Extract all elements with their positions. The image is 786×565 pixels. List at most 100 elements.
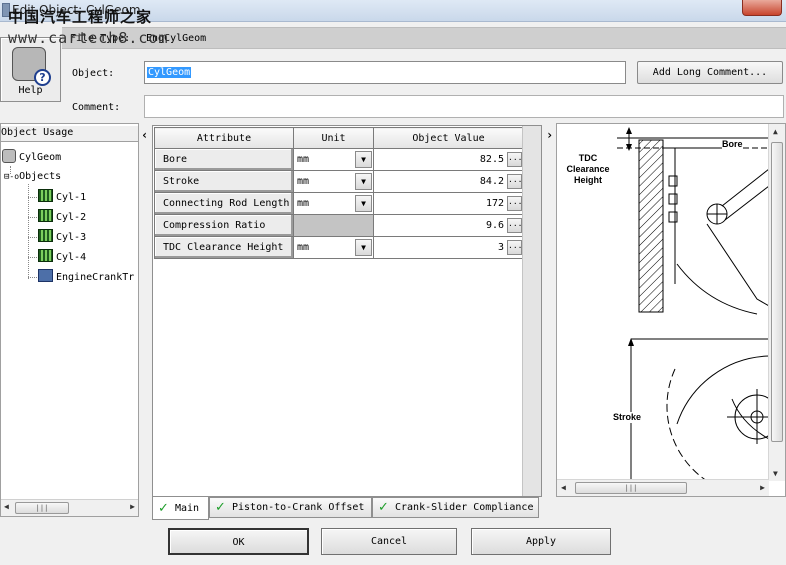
tab-piston-to-crank-offset[interactable]: ✓ Piston-to-Crank Offset <box>209 497 372 518</box>
question-mark-icon: ? <box>34 69 51 86</box>
table-row: Connecting Rod Length mm ▼ 172... <box>154 192 524 215</box>
attribute-name-cell: Bore <box>154 148 294 171</box>
help-button[interactable]: ? Help <box>0 37 61 102</box>
value-input[interactable]: 172... <box>373 192 524 215</box>
value-input[interactable]: 82.5... <box>373 148 524 171</box>
tree-item-cyl-2[interactable]: Cyl-2 <box>38 209 86 225</box>
add-long-comment-button[interactable]: Add Long Comment... <box>637 61 783 84</box>
cylinder-part-icon <box>38 189 53 202</box>
more-options-icon[interactable]: ... <box>507 174 522 189</box>
collapse-left-arrow-icon[interactable]: ‹ <box>141 128 148 142</box>
attribute-name-cell: Stroke <box>154 170 294 193</box>
unit-select[interactable]: mm ▼ <box>293 192 374 215</box>
scroll-right-arrow-icon[interactable]: ▶ <box>130 502 135 511</box>
object-usage-tree[interactable]: Object Usage CylGeom ⊟-oObjects Cyl-1 Cy… <box>0 123 139 517</box>
tdc-label-line: TDC <box>578 153 598 163</box>
tab-label: Crank-Slider Compliance <box>395 502 534 513</box>
tree-item-cyl-4[interactable]: Cyl-4 <box>38 249 86 265</box>
scroll-thumb[interactable]: ||| <box>575 482 687 494</box>
app-icon <box>2 3 10 17</box>
scroll-thumb[interactable]: ||| <box>15 502 69 514</box>
table-header-row: Attribute Unit Object Value <box>154 127 524 149</box>
tree-item-label: Cyl-3 <box>56 232 87 243</box>
cylinder-geometry-icon <box>2 149 16 163</box>
grid-side-strip <box>522 126 541 496</box>
title-bar: Edit Object: CylGeom <box>0 0 786 22</box>
value-text: 3 <box>497 242 504 253</box>
file-type-value: EngCylGeom <box>146 33 207 44</box>
cylinder-part-icon <box>38 209 53 222</box>
tab-label: Main <box>175 503 200 514</box>
object-usage-header: Object Usage <box>1 126 138 142</box>
tree-horizontal-scrollbar[interactable]: ◀ ||| ▶ <box>1 499 138 516</box>
geometry-diagram-panel: Bore TDC Clearance Height Stroke ▲ ▼ ◀ |… <box>556 123 786 497</box>
table-row: TDC Clearance Height mm ▼ 3... <box>154 236 524 259</box>
dropdown-arrow-icon[interactable]: ▼ <box>355 151 372 168</box>
bore-label: Bore <box>722 139 743 150</box>
more-options-icon[interactable]: ... <box>507 218 522 233</box>
attribute-table: Attribute Unit Object Value Bore mm ▼ 82.… <box>154 127 524 259</box>
comment-label: Comment: <box>72 102 121 113</box>
unit-select[interactable]: mm ▼ <box>293 170 374 193</box>
tdc-clearance-height-label: TDC Clearance Height <box>559 153 617 186</box>
tree-item-label: EngineCrankTr <box>56 272 135 283</box>
table-row: Compression Ratio 9.6... <box>154 214 524 237</box>
tree-item-cyl-1[interactable]: Cyl-1 <box>38 189 86 205</box>
scroll-up-arrow-icon[interactable]: ▲ <box>773 127 778 136</box>
tdc-label-line: Clearance <box>566 164 610 174</box>
tree-item-cyl-3[interactable]: Cyl-3 <box>38 229 86 245</box>
column-header-unit: Unit <box>293 127 374 149</box>
scroll-left-arrow-icon[interactable]: ◀ <box>4 502 9 511</box>
value-input[interactable]: 3... <box>373 236 524 259</box>
ok-button[interactable]: OK <box>168 528 309 555</box>
object-label: Object: <box>72 68 115 79</box>
tab-crank-slider-compliance[interactable]: ✓ Crank-Slider Compliance <box>372 497 539 518</box>
object-name-value: CylGeom <box>147 67 192 78</box>
tree-root-label: CylGeom <box>19 152 62 163</box>
tree-connector-icon: -o <box>9 172 20 181</box>
cylinder-part-icon <box>38 229 53 242</box>
value-input[interactable]: 9.6... <box>373 214 524 237</box>
more-options-icon[interactable]: ... <box>507 152 522 167</box>
unit-value: mm <box>297 176 310 187</box>
scroll-down-arrow-icon[interactable]: ▼ <box>773 469 778 478</box>
dropdown-arrow-icon[interactable]: ▼ <box>355 195 372 212</box>
apply-button[interactable]: Apply <box>471 528 611 555</box>
cancel-button[interactable]: Cancel <box>321 528 457 555</box>
diagram-horizontal-scrollbar[interactable]: ◀ ||| ▶ <box>557 479 769 496</box>
crank-train-icon <box>38 269 53 282</box>
check-icon: ✓ <box>378 500 389 515</box>
tree-item-engine-crank-train[interactable]: EngineCrankTr <box>38 269 134 285</box>
scroll-left-arrow-icon[interactable]: ◀ <box>561 483 566 492</box>
close-button[interactable] <box>742 0 782 16</box>
more-options-icon[interactable]: ... <box>507 240 522 255</box>
window-title: Edit Object: CylGeom <box>12 3 141 17</box>
scroll-thumb[interactable] <box>771 142 783 442</box>
scroll-right-arrow-icon[interactable]: ▶ <box>760 483 765 492</box>
tree-group-objects[interactable]: ⊟-oObjects <box>4 169 61 185</box>
tree-group-label: Objects <box>19 171 62 182</box>
more-options-icon[interactable]: ... <box>507 196 522 211</box>
value-text: 82.5 <box>479 154 504 165</box>
tree-item-label: Cyl-2 <box>56 212 87 223</box>
tree-item-label: Cyl-4 <box>56 252 87 263</box>
tab-main[interactable]: ✓ Main <box>152 497 209 520</box>
diagram-vertical-scrollbar[interactable]: ▲ ▼ <box>768 124 785 481</box>
dropdown-arrow-icon[interactable]: ▼ <box>355 173 372 190</box>
value-text: 84.2 <box>479 176 504 187</box>
file-type-label: File Type: <box>70 33 131 44</box>
dropdown-arrow-icon[interactable]: ▼ <box>355 239 372 256</box>
unit-value: mm <box>297 198 310 209</box>
table-row: Stroke mm ▼ 84.2... <box>154 170 524 193</box>
value-text: 9.6 <box>485 220 504 231</box>
tree-root-node[interactable]: CylGeom <box>2 149 61 165</box>
help-label: Help <box>18 85 43 96</box>
tdc-label-line: Height <box>574 175 602 185</box>
collapse-right-arrow-icon[interactable]: › <box>546 128 553 142</box>
unit-select[interactable]: mm ▼ <box>293 148 374 171</box>
value-input[interactable]: 84.2... <box>373 170 524 193</box>
unit-select[interactable]: mm ▼ <box>293 236 374 259</box>
column-header-attribute: Attribute <box>154 127 294 149</box>
comment-input[interactable] <box>144 95 784 118</box>
object-name-input[interactable]: CylGeom <box>144 61 626 84</box>
